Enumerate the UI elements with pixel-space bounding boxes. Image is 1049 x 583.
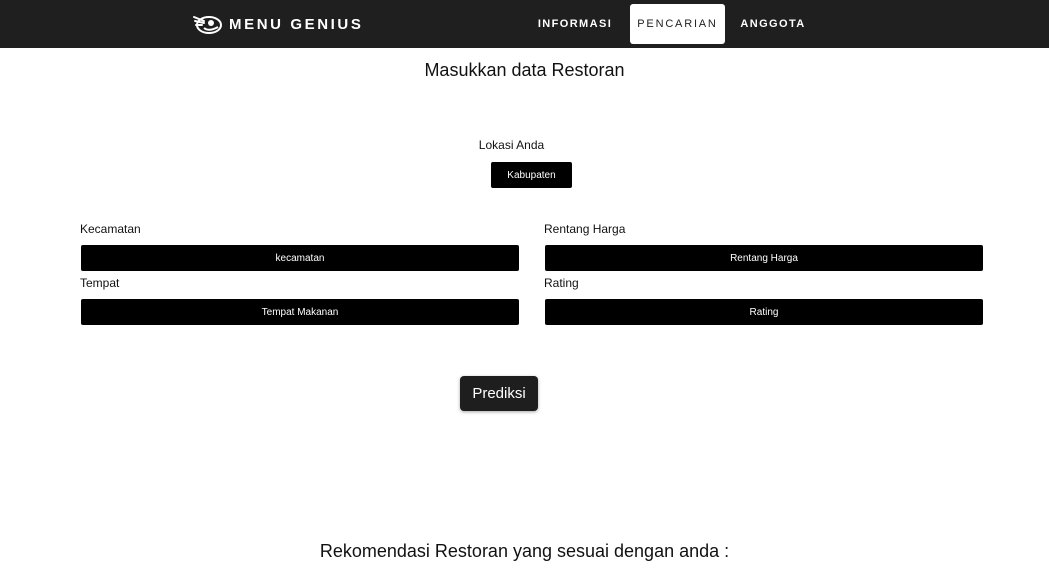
nav-pencarian[interactable]: PENCARIAN [630,4,725,44]
results-title: Rekomendasi Restoran yang sesuai dengan … [319,541,730,561]
tempat-makanan-select-button[interactable]: Tempat Makanan [81,299,519,325]
brand[interactable]: MENU GENIUS [192,12,363,36]
tempat-label: Tempat [80,276,120,290]
brand-name: MENU GENIUS [229,15,364,33]
form-title: Masukkan data Restoran [424,60,625,80]
rating-select-button[interactable]: Rating [545,299,983,325]
rentang-harga-label: Rentang Harga [544,222,626,236]
nav-anggota[interactable]: ANGGOTA [734,0,812,48]
chef-hand-logo-icon [193,16,222,34]
kecamatan-label: Kecamatan [80,222,141,236]
kecamatan-select-button[interactable]: kecamatan [81,245,519,271]
nav-informasi[interactable]: INFORMASI [531,0,619,48]
prediksi-button[interactable]: Prediksi [460,376,538,411]
rating-label: Rating [544,276,579,290]
kabupaten-select-button[interactable]: Kabupaten [491,162,572,188]
navbar: MENU GENIUS INFORMASI PENCARIAN ANGGOTA [0,0,1049,48]
location-label: Lokasi Anda [478,138,545,152]
rentang-harga-select-button[interactable]: Rentang Harga [545,245,983,271]
